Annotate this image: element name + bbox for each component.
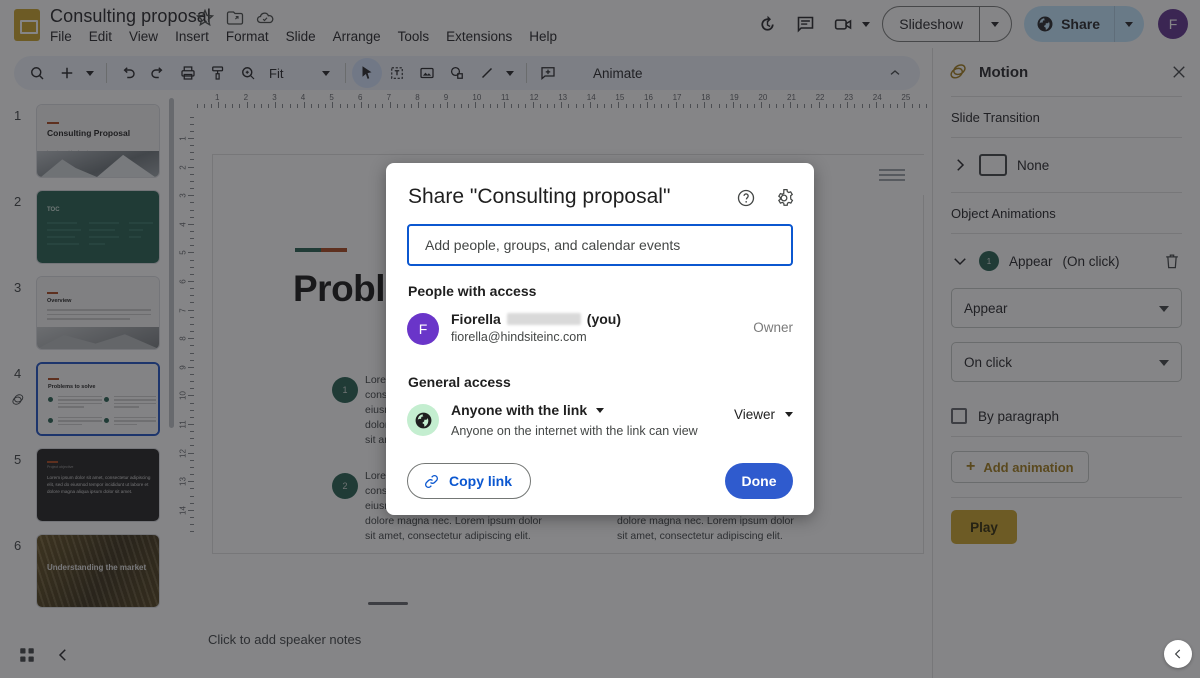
share-people-input[interactable]: Add people, groups, and calendar events [407,224,793,266]
general-access-role-value: Viewer [733,407,775,422]
people-with-access-label: People with access [408,283,537,299]
copy-link-button[interactable]: Copy link [407,463,532,499]
person-first-name: Fiorella [451,311,501,327]
general-access-description: Anyone on the internet with the link can… [451,424,698,438]
person-email: fiorella@hindsiteinc.com [451,330,587,344]
globe-icon [407,404,439,436]
link-icon [425,474,438,488]
avatar: F [407,313,439,345]
redacted-last-name [506,313,581,325]
person-row[interactable]: F Fiorella (you) fiorella@hindsiteinc.co… [407,311,793,351]
gear-icon[interactable] [774,188,794,208]
general-access-label: General access [408,374,511,390]
share-dialog[interactable]: Share "Consulting proposal" Add people, … [386,163,814,515]
person-you-suffix: (you) [586,311,622,327]
help-icon[interactable] [736,188,756,208]
share-dialog-title: Share "Consulting proposal" [408,185,671,208]
copy-link-label: Copy link [449,473,513,489]
general-access-scope-select[interactable]: Anyone with the link [451,402,605,418]
slides-app-window: Consulting proposal File Edit View Inser… [0,0,1200,678]
general-access-row[interactable]: Anyone with the link Anyone on the inter… [407,400,793,446]
person-name: Fiorella (you) [451,311,621,327]
person-role: Owner [753,320,793,335]
share-dialog-header-icons [736,188,794,208]
chevron-down-icon [785,412,793,417]
general-access-role-select[interactable]: Viewer [734,407,793,422]
general-access-scope-value: Anyone with the link [451,402,588,418]
collapse-panel-button[interactable] [1164,640,1192,668]
done-button[interactable]: Done [725,463,793,499]
chevron-down-icon [596,407,605,413]
